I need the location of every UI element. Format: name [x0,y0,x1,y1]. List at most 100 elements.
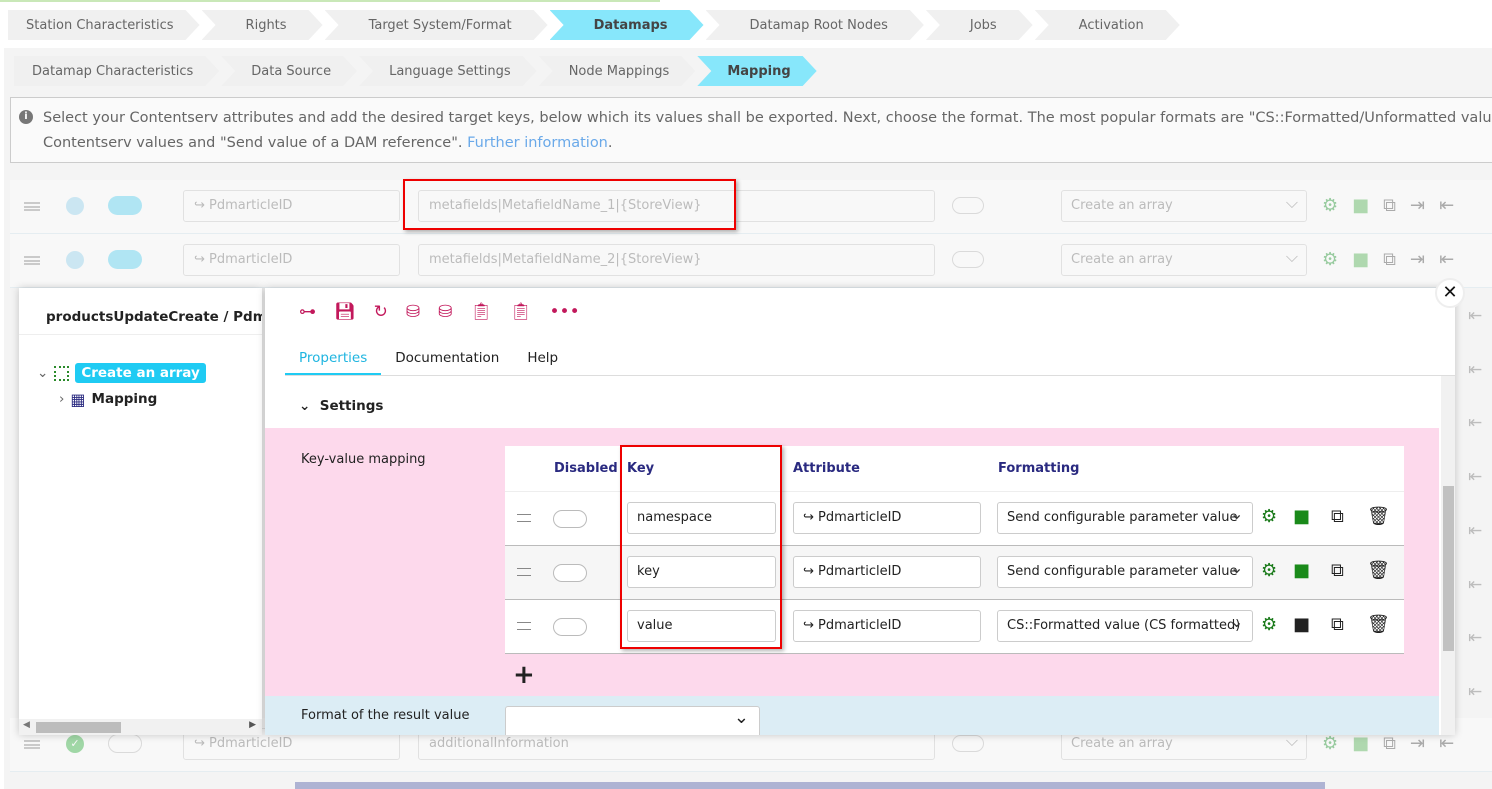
toggle[interactable] [108,250,142,269]
toggle[interactable] [108,734,142,753]
format-select[interactable]: Create an array [1061,242,1307,276]
toggle[interactable] [108,196,142,215]
copy-icon[interactable]: ⧉ [1383,250,1396,270]
note-icon[interactable]: ■ [1352,196,1369,216]
top-nav-tab[interactable]: Rights [202,10,323,40]
gear-icon[interactable]: ⚙ [1322,734,1338,754]
db-export-icon[interactable]: ⛁ [406,302,420,322]
copy-icon[interactable]: ⧉ [1331,560,1344,581]
array-icon [54,365,70,381]
attribute-field[interactable]: ↪ PdmarticleID [793,556,981,588]
note-icon[interactable]: ■ [1352,250,1369,270]
gear-icon[interactable]: ⚙ [1322,196,1338,216]
top-nav-tab[interactable]: Target System/Format [325,10,548,40]
formatting-select[interactable]: Send configurable parameter value [997,502,1253,534]
gear-icon[interactable]: ⚙ [1322,250,1338,270]
drag-handle-icon[interactable] [24,256,40,265]
import-icon[interactable]: ⇤ [1468,628,1488,648]
import-icon[interactable]: ⇤ [1468,467,1488,487]
attribute-field[interactable]: ↪ PdmarticleID [183,190,400,222]
settings-section-toggle[interactable]: ⌄ Settings [299,398,383,414]
further-information-link[interactable]: Further information [467,135,608,151]
add-row-button[interactable]: + [513,660,535,690]
bottom-bar [295,782,1325,789]
top-nav-tab[interactable]: Datamaps [550,10,704,40]
disabled-toggle[interactable] [553,510,587,528]
import-icon[interactable]: ⇤ [1468,521,1488,541]
sub-nav-tab[interactable]: Mapping [697,56,816,86]
link-arrow-icon: ↪ [803,564,814,579]
tree-icon[interactable]: ⊶ [299,302,316,322]
format-select[interactable] [505,706,760,735]
import-icon[interactable]: ⇤ [1439,196,1454,216]
format-select[interactable]: Create an array [1061,188,1307,222]
tab-properties[interactable]: Properties [285,340,382,375]
more-icon[interactable]: ••• [550,302,580,322]
disabled-toggle[interactable] [553,618,587,636]
db-info-icon[interactable]: ⛁ [438,302,452,322]
sub-nav-tab[interactable]: Datamap Characteristics [14,56,219,86]
top-nav-tab[interactable]: Activation [1035,10,1180,40]
vertical-scrollbar[interactable] [1441,376,1455,735]
disabled-toggle[interactable] [952,197,984,214]
copy-icon[interactable]: ⧉ [1383,196,1396,216]
formatting-select[interactable]: Send configurable parameter value [997,556,1253,588]
drag-handle-icon[interactable] [517,568,531,576]
note-icon[interactable]: ■ [1293,560,1310,581]
close-button[interactable]: ✕ [1435,278,1465,308]
import-icon[interactable]: ⇤ [1468,413,1488,433]
drag-handle-icon[interactable] [24,740,40,749]
horizontal-scrollbar[interactable]: ◀ ▶ [19,719,262,735]
note-icon[interactable]: ■ [1293,506,1310,527]
sub-nav-tab[interactable]: Language Settings [359,56,537,86]
tree-node-create-array[interactable]: ⌄ Create an array [37,360,206,386]
key-field[interactable]: metafields|MetafieldName_2|{StoreView} [418,244,935,276]
delete-icon[interactable]: 🗑︎ [1367,560,1390,581]
note-icon[interactable]: ■ [1293,614,1310,635]
format-label: Format of the result value [301,708,470,723]
formatting-select[interactable]: CS::Formatted value (CS formatted) [997,610,1253,642]
copy-icon[interactable]: ⧉ [1331,506,1344,527]
top-nav-tab[interactable]: Station Characteristics [8,10,200,40]
upload-icon [66,197,84,215]
import-icon[interactable]: ⇤ [1468,360,1488,380]
gear-icon[interactable]: ⚙ [1261,560,1277,581]
disabled-toggle[interactable] [952,735,984,752]
import-icon[interactable]: ⇤ [1439,250,1454,270]
note-icon[interactable]: ■ [1352,734,1369,754]
delete-icon[interactable]: 🗑︎ [1367,506,1390,527]
tab-documentation[interactable]: Documentation [381,340,513,375]
delete-icon[interactable]: 🗑︎ [1367,614,1390,635]
disabled-toggle[interactable] [952,251,984,268]
chevron-right-icon[interactable]: › [59,391,64,407]
copy-icon[interactable]: ⧉ [1331,614,1344,635]
import-icon[interactable]: ⇤ [1439,734,1454,754]
top-nav-tab[interactable]: Jobs [926,10,1033,40]
sub-nav-tab[interactable]: Node Mappings [539,56,696,86]
chevron-down-icon[interactable]: ⌄ [37,365,48,381]
attribute-field[interactable]: ↪ PdmarticleID [183,244,400,276]
clipboard-p-icon[interactable]: 📋︎ [510,302,532,322]
drag-handle-icon[interactable] [24,202,40,211]
tab-help[interactable]: Help [513,340,572,375]
attribute-field[interactable]: ↪ PdmarticleID [793,502,981,534]
gear-icon[interactable]: ⚙ [1261,506,1277,527]
export-icon[interactable]: ⇥ [1410,196,1425,216]
drag-handle-icon[interactable] [517,622,531,630]
import-icon[interactable]: ⇤ [1468,682,1488,702]
export-icon[interactable]: ⇥ [1410,250,1425,270]
top-nav-tab[interactable]: Datamap Root Nodes [706,10,924,40]
import-icon[interactable]: ⇤ [1468,575,1488,595]
tree-node-mapping[interactable]: › ▦ Mapping [37,386,206,412]
undo-icon[interactable]: ↻ [374,302,388,322]
save-icon[interactable]: 💾︎ [334,302,356,322]
attribute-field[interactable]: ↪ PdmarticleID [793,610,981,642]
gear-icon[interactable]: ⚙ [1261,614,1277,635]
sub-nav-tab[interactable]: Data Source [221,56,357,86]
disabled-toggle[interactable] [553,564,587,582]
drag-handle-icon[interactable] [517,514,531,522]
copy-icon[interactable]: ⧉ [1383,734,1396,754]
clipboard-c-icon[interactable]: 📋︎ [470,302,492,322]
import-icon[interactable]: ⇤ [1468,306,1488,326]
export-icon[interactable]: ⇥ [1410,734,1425,754]
